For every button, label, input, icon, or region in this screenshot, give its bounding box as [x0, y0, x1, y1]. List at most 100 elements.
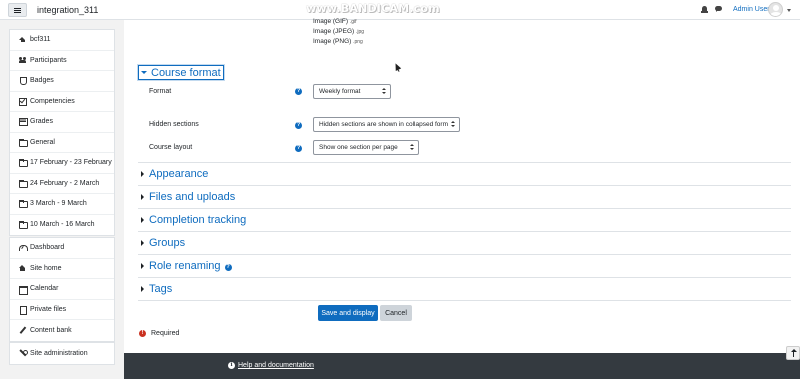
hamburger-icon	[14, 7, 21, 13]
sidebar-item-label: 10 March - 16 March	[30, 221, 95, 229]
nav-drawer: bcf311 Participants Badges Competencies …	[0, 20, 124, 379]
section-course-format-toggle[interactable]: Course format	[138, 65, 224, 80]
select-arrows-icon	[451, 121, 456, 128]
admin-nav-block: Site administration	[9, 342, 115, 365]
top-navbar: integration_311 www.BANDICAM.com Admin U…	[0, 0, 800, 20]
folder-icon	[19, 179, 28, 188]
question-circle-icon[interactable]: ?	[295, 88, 302, 95]
section-divider	[138, 185, 791, 186]
home-icon	[19, 264, 26, 272]
section-title: Role renaming	[149, 260, 221, 272]
nav-drawer-toggle-button[interactable]	[8, 3, 27, 17]
sidebar-item-badges[interactable]: Badges	[10, 71, 114, 92]
sidebar-item-competencies[interactable]: Competencies	[10, 92, 114, 112]
sidebar-item-course[interactable]: bcf311	[10, 30, 114, 51]
info-circle-icon: i	[228, 362, 235, 369]
section-divider	[138, 300, 791, 301]
sidebar-item-label: Site home	[30, 264, 62, 272]
required-label: Required	[151, 330, 180, 337]
caret-right-icon	[141, 171, 144, 177]
file-type-ext: .gif	[349, 19, 357, 25]
section-divider	[138, 231, 791, 232]
recording-watermark: www.BANDICAM.com	[306, 2, 440, 15]
cancel-button[interactable]: Cancel	[380, 305, 412, 321]
sidebar-item-label: Calendar	[30, 285, 59, 293]
sidebar-item-week-1[interactable]: 17 February - 23 February	[10, 153, 114, 174]
chevron-down-icon[interactable]	[787, 9, 791, 12]
help-documentation-link[interactable]: Help and documentation	[238, 362, 314, 369]
section-role-renaming-toggle[interactable]: Role renaming ?	[138, 260, 232, 272]
file-type-ext: .png	[353, 39, 363, 45]
back-to-top-button[interactable]	[786, 346, 800, 360]
file-type-ext: .jpg	[356, 29, 365, 35]
sidebar-item-week-4[interactable]: 10 March - 16 March	[10, 215, 114, 236]
file-type-label: Image (GIF)	[313, 18, 349, 25]
sidebar-item-label: Grades	[30, 118, 53, 126]
caret-down-icon	[141, 71, 147, 74]
course-layout-label: Course layout	[149, 144, 193, 151]
caret-right-icon	[141, 263, 144, 269]
hidden-sections-label: Hidden sections	[149, 121, 199, 128]
notification-bell-icon[interactable]	[701, 6, 709, 14]
section-completion-tracking-toggle[interactable]: Completion tracking	[138, 214, 246, 226]
hidden-sections-select[interactable]: Hidden sections are shown in collapsed f…	[313, 117, 460, 132]
select-arrows-icon	[382, 88, 387, 95]
messages-icon[interactable]	[715, 6, 723, 14]
question-circle-icon[interactable]: ?	[224, 263, 232, 271]
sidebar-item-calendar[interactable]: Calendar	[10, 279, 114, 300]
hidden-sections-select-value: Hidden sections are shown in collapsed f…	[319, 121, 448, 128]
file-type-item: Image (JPEG) .jpg	[313, 28, 364, 35]
file-icon	[19, 305, 27, 315]
avatar[interactable]	[768, 2, 783, 17]
section-title: Tags	[149, 283, 173, 295]
section-divider	[138, 277, 791, 278]
sidebar-item-label: Badges	[30, 77, 54, 85]
section-divider	[138, 254, 791, 255]
folder-icon	[19, 159, 28, 168]
site-nav-block: Dashboard Site home Calendar Private fil…	[9, 237, 115, 342]
section-title: Groups	[149, 237, 186, 249]
file-type-item: Image (GIF) .gif	[313, 18, 357, 25]
sidebar-item-label: bcf311	[30, 36, 51, 44]
sidebar-item-content-bank[interactable]: Content bank	[10, 320, 114, 341]
caret-right-icon	[141, 194, 144, 200]
folder-icon	[19, 200, 28, 209]
sidebar-item-label: Private files	[30, 305, 67, 313]
course-nav-block: bcf311 Participants Badges Competencies …	[9, 29, 115, 236]
sidebar-item-label: Site administration	[30, 349, 88, 357]
site-name-link[interactable]: integration_311	[37, 5, 98, 15]
sidebar-item-general[interactable]: General	[10, 133, 114, 153]
sidebar-item-label: 3 March - 9 March	[30, 200, 87, 208]
user-menu-name[interactable]: Admin User	[733, 6, 770, 13]
sidebar-item-week-3[interactable]: 3 March - 9 March	[10, 194, 114, 215]
sidebar-item-grades[interactable]: Grades	[10, 112, 114, 133]
section-title: Appearance	[149, 168, 209, 180]
course-layout-select-value: Show one section per page	[319, 144, 398, 151]
sidebar-item-week-2[interactable]: 24 February - 2 March	[10, 174, 114, 194]
section-tags-toggle[interactable]: Tags	[138, 283, 172, 295]
section-groups-toggle[interactable]: Groups	[138, 237, 185, 249]
course-layout-select[interactable]: Show one section per page	[313, 140, 419, 155]
wrench-icon	[19, 349, 28, 357]
sidebar-item-label: 24 February - 2 March	[30, 179, 100, 187]
question-circle-icon[interactable]: ?	[295, 145, 302, 152]
section-files-uploads-toggle[interactable]: Files and uploads	[138, 191, 235, 203]
section-divider	[138, 208, 791, 209]
section-title: Course format	[151, 66, 221, 79]
format-select[interactable]: Weekly format	[313, 84, 391, 99]
section-appearance-toggle[interactable]: Appearance	[138, 168, 208, 180]
sidebar-item-participants[interactable]: Participants	[10, 51, 114, 71]
sidebar-item-label: Competencies	[30, 97, 75, 105]
sidebar-item-private-files[interactable]: Private files	[10, 300, 114, 320]
dashboard-icon	[19, 244, 28, 252]
section-title: Completion tracking	[149, 214, 247, 226]
sidebar-item-site-home[interactable]: Site home	[10, 259, 114, 279]
format-label: Format	[149, 88, 172, 95]
sidebar-item-dashboard[interactable]: Dashboard	[10, 238, 114, 259]
question-circle-icon[interactable]: ?	[295, 122, 302, 129]
file-type-label: Image (JPEG)	[313, 28, 355, 35]
caret-right-icon	[141, 217, 144, 223]
save-and-display-button[interactable]: Save and display	[318, 305, 378, 321]
sidebar-item-site-administration[interactable]: Site administration	[10, 343, 114, 364]
sidebar-item-label: Content bank	[30, 326, 72, 334]
